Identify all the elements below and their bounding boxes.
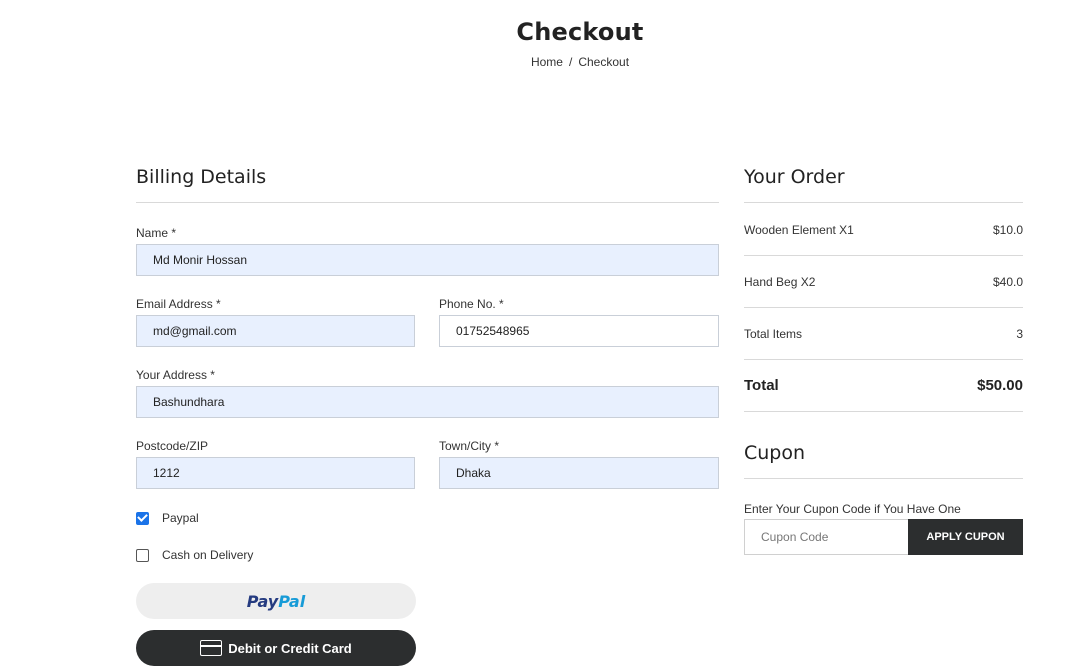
breadcrumb: Home / Checkout (0, 55, 1082, 69)
your-order-title: Your Order (744, 166, 845, 188)
cupon-title: Cupon (744, 442, 806, 464)
debit-credit-card-button[interactable]: Debit or Credit Card (136, 630, 416, 666)
email-label: Email Address * (136, 297, 221, 311)
order-list: Wooden Element X1 $10.0 Hand Beg X2 $40.… (744, 204, 1023, 412)
billing-divider (136, 194, 719, 203)
order-item: Wooden Element X1 $10.0 (744, 204, 1023, 256)
order-divider (744, 194, 1023, 203)
name-input[interactable] (136, 244, 719, 276)
town-label: Town/City * (439, 439, 500, 453)
page-title: Checkout (516, 18, 644, 46)
email-input[interactable] (136, 315, 415, 347)
cupon-code-input[interactable] (744, 519, 908, 555)
name-label: Name * (136, 226, 177, 240)
order-item: Hand Beg X2 $40.0 (744, 256, 1023, 308)
phone-label: Phone No. * (439, 297, 504, 311)
postcode-input[interactable] (136, 457, 415, 489)
cash-on-delivery-checkbox[interactable] (136, 548, 149, 562)
credit-card-icon (200, 640, 223, 656)
your-order-section: Your Order Wooden Element X1 $10.0 Hand … (744, 166, 1023, 412)
card-button-label: Debit or Credit Card (228, 640, 352, 656)
billing-details-title: Billing Details (136, 166, 267, 188)
order-total-value: $50.00 (977, 377, 1023, 394)
breadcrumb-home-link[interactable]: Home (531, 55, 563, 69)
order-total-items: Total Items 3 (744, 308, 1023, 360)
address-label: Your Address * (136, 368, 215, 382)
postcode-field-group: Postcode/ZIP (136, 439, 415, 489)
paypal-option-label: Paypal (162, 511, 199, 525)
town-input[interactable] (439, 457, 719, 489)
cupon-instruction: Enter Your Cupon Code if You Have One (744, 502, 961, 516)
breadcrumb-current: Checkout (578, 55, 630, 69)
email-field-group: Email Address * (136, 297, 415, 347)
cupon-form: APPLY CUPON (744, 519, 1023, 555)
address-input[interactable] (136, 386, 719, 418)
apply-cupon-button[interactable]: APPLY CUPON (908, 519, 1023, 555)
paypal-logo-part2: Pal (278, 591, 306, 611)
order-item-price: $40.0 (992, 274, 1023, 289)
paypal-option[interactable]: Paypal (136, 511, 199, 525)
order-total: Total $50.00 (744, 360, 1023, 412)
breadcrumb-separator: / (568, 55, 573, 69)
cupon-section: Cupon Enter Your Cupon Code if You Have … (744, 442, 1023, 555)
total-items-label: Total Items (744, 326, 803, 341)
cupon-divider (744, 470, 1023, 479)
order-item-price: $10.0 (992, 222, 1023, 237)
order-item-name: Wooden Element X1 (744, 222, 854, 237)
phone-field-group: Phone No. * (439, 297, 719, 347)
phone-input[interactable] (439, 315, 719, 347)
total-items-value: 3 (1016, 326, 1023, 341)
cash-on-delivery-option[interactable]: Cash on Delivery (136, 548, 253, 562)
address-field-group: Your Address * (136, 368, 719, 418)
paypal-checkbox[interactable] (136, 511, 149, 525)
billing-details-section: Billing Details Name * Email Address * P… (136, 166, 719, 666)
town-field-group: Town/City * (439, 439, 719, 489)
order-item-name: Hand Beg X2 (744, 274, 816, 289)
cash-on-delivery-label: Cash on Delivery (162, 548, 254, 562)
postcode-label: Postcode/ZIP (136, 439, 209, 453)
paypal-button[interactable]: Pay Pal (136, 583, 416, 619)
name-field-group: Name * (136, 226, 719, 276)
order-total-label: Total (744, 377, 779, 394)
paypal-logo-part1: Pay (246, 591, 279, 611)
